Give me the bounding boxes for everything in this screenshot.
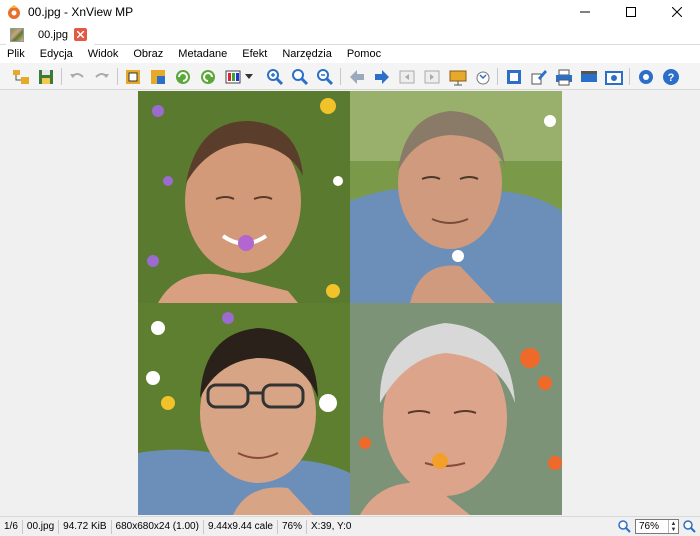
toolbar: ? bbox=[0, 63, 700, 90]
save-icon bbox=[38, 69, 53, 84]
last-page-icon bbox=[424, 70, 439, 83]
adjust-colors-button[interactable] bbox=[222, 66, 243, 87]
scanner-button[interactable] bbox=[578, 66, 599, 87]
browser-icon bbox=[12, 69, 29, 84]
capture-icon bbox=[604, 70, 623, 85]
tab-close-button[interactable] bbox=[74, 28, 87, 41]
window-title: 00.jpg - XnView MP bbox=[28, 5, 134, 19]
fullscreen-icon bbox=[506, 69, 521, 84]
zoom-input[interactable]: 76% ▲ ▼ bbox=[635, 519, 679, 534]
app-window: 00.jpg - XnView MP 00.jpg Plik Edycja Wi… bbox=[0, 0, 700, 536]
zoom-fit-icon bbox=[291, 68, 308, 85]
undo-button[interactable] bbox=[66, 66, 87, 87]
zoom-out-icon bbox=[316, 68, 333, 85]
menu-efekt[interactable]: Efekt bbox=[235, 46, 275, 62]
close-icon bbox=[77, 31, 84, 38]
previous-button[interactable] bbox=[346, 66, 367, 87]
close-button[interactable] bbox=[654, 0, 700, 24]
zoom-out-button[interactable] bbox=[314, 66, 335, 87]
zoom-in-icon[interactable] bbox=[618, 520, 631, 533]
rotate-left-button[interactable] bbox=[172, 66, 193, 87]
svg-text:?: ? bbox=[667, 72, 674, 84]
last-page-button[interactable] bbox=[421, 66, 442, 87]
compare-button[interactable] bbox=[472, 66, 493, 87]
undo-icon bbox=[69, 72, 84, 78]
status-bar: 1/6 00.jpg 94.72 KiB 680x680x24 (1.00) 9… bbox=[0, 516, 700, 536]
redo-button[interactable] bbox=[91, 66, 112, 87]
image-quadrant-top-left bbox=[138, 91, 350, 303]
zoom-value: 76% bbox=[639, 521, 660, 532]
menu-edycja[interactable]: Edycja bbox=[33, 46, 81, 62]
compare-icon bbox=[476, 71, 489, 84]
browser-button[interactable] bbox=[10, 66, 31, 87]
status-dimensions: 680x680x24 (1.00) bbox=[112, 519, 204, 534]
xnview-logo-icon bbox=[8, 5, 20, 19]
settings-button[interactable] bbox=[635, 66, 656, 87]
zoom-control: 76% ▲ ▼ bbox=[618, 519, 696, 534]
redo-icon bbox=[94, 72, 109, 78]
maximize-button[interactable] bbox=[608, 0, 654, 24]
tab-thumbnail bbox=[10, 28, 24, 42]
resize-icon bbox=[150, 69, 165, 84]
crop-button[interactable] bbox=[122, 66, 143, 87]
status-filename: 00.jpg bbox=[23, 519, 60, 534]
zoom-spinner[interactable]: ▲ ▼ bbox=[668, 520, 678, 533]
rotate-left-icon bbox=[175, 69, 190, 84]
minimize-icon bbox=[580, 11, 590, 13]
resize-button[interactable] bbox=[147, 66, 168, 87]
close-icon bbox=[672, 7, 682, 17]
menu-obraz[interactable]: Obraz bbox=[126, 46, 171, 62]
tab-strip: 00.jpg bbox=[0, 24, 700, 45]
first-page-icon bbox=[399, 70, 414, 83]
first-page-button[interactable] bbox=[396, 66, 417, 87]
rotate-right-button[interactable] bbox=[197, 66, 218, 87]
image-viewer[interactable] bbox=[0, 90, 700, 516]
status-filesize: 94.72 KiB bbox=[59, 519, 112, 534]
menu-narzedzia[interactable]: Narzędzia bbox=[275, 46, 340, 62]
print-icon bbox=[555, 69, 572, 85]
crop-icon bbox=[125, 69, 140, 84]
help-icon: ? bbox=[662, 68, 679, 85]
menu-pomoc[interactable]: Pomoc bbox=[340, 46, 389, 62]
status-cursor: X:39, Y:0 bbox=[311, 520, 352, 532]
status-zoom: 76% bbox=[278, 519, 308, 534]
menu-widok[interactable]: Widok bbox=[81, 46, 127, 62]
dropdown-arrow-icon bbox=[245, 73, 253, 79]
menu-metadane[interactable]: Metadane bbox=[171, 46, 235, 62]
minimize-button[interactable] bbox=[562, 0, 608, 24]
title-bar: 00.jpg - XnView MP bbox=[0, 0, 700, 24]
adjust-colors-icon bbox=[225, 70, 240, 83]
help-button[interactable]: ? bbox=[660, 66, 681, 87]
edit-icon bbox=[531, 69, 547, 84]
zoom-in-button[interactable] bbox=[264, 66, 285, 87]
menu-plik[interactable]: Plik bbox=[0, 46, 33, 62]
settings-icon bbox=[638, 69, 653, 84]
print-button[interactable] bbox=[553, 66, 574, 87]
capture-button[interactable] bbox=[603, 66, 624, 87]
scanner-icon bbox=[580, 70, 597, 82]
fullscreen-button[interactable] bbox=[503, 66, 524, 87]
image-tab[interactable]: 00.jpg bbox=[6, 25, 94, 45]
next-icon bbox=[374, 69, 389, 84]
adjust-dropdown-button[interactable] bbox=[243, 66, 255, 87]
slideshow-button[interactable] bbox=[447, 66, 468, 87]
tab-label: 00.jpg bbox=[38, 29, 68, 41]
slideshow-icon bbox=[449, 70, 466, 85]
status-print-size: 9.44x9.44 cale bbox=[204, 519, 278, 534]
zoom-fit-button[interactable] bbox=[289, 66, 310, 87]
image-quadrant-top-right bbox=[350, 91, 562, 303]
zoom-out-icon[interactable] bbox=[683, 520, 696, 533]
image-quadrant-bottom-left bbox=[138, 303, 350, 515]
maximize-icon bbox=[626, 7, 636, 17]
menu-bar: Plik Edycja Widok Obraz Metadane Efekt N… bbox=[0, 45, 700, 63]
previous-icon bbox=[349, 69, 364, 84]
zoom-in-icon bbox=[266, 68, 283, 85]
save-button[interactable] bbox=[35, 66, 56, 87]
displayed-image bbox=[138, 91, 562, 515]
edit-button[interactable] bbox=[528, 66, 549, 87]
next-button[interactable] bbox=[371, 66, 392, 87]
status-index: 1/6 bbox=[0, 519, 23, 534]
rotate-right-icon bbox=[200, 69, 215, 84]
image-quadrant-bottom-right bbox=[350, 303, 562, 515]
